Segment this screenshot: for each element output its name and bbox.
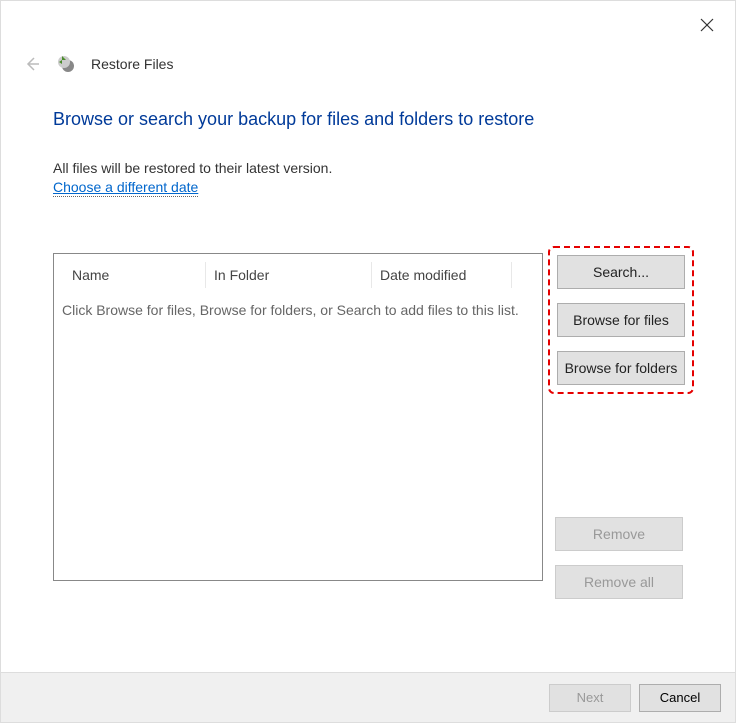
page-heading: Browse or search your backup for files a… xyxy=(53,109,687,130)
back-arrow-icon xyxy=(24,56,40,72)
remove-buttons-group: Remove Remove all xyxy=(555,517,687,599)
list-body: Click Browse for files, Browse for folde… xyxy=(54,288,542,332)
list-header: Name In Folder Date modified xyxy=(54,254,542,288)
column-header-date[interactable]: Date modified xyxy=(372,262,512,288)
choose-date-link[interactable]: Choose a different date xyxy=(53,179,198,197)
browse-files-button[interactable]: Browse for files xyxy=(557,303,685,337)
side-button-panel: Search... Browse for files Browse for fo… xyxy=(555,253,687,599)
restore-files-icon xyxy=(57,55,75,73)
empty-list-message: Click Browse for files, Browse for folde… xyxy=(62,302,534,318)
footer-bar: Next Cancel xyxy=(1,672,735,722)
main-area: Name In Folder Date modified Click Brows… xyxy=(53,253,687,599)
remove-all-button: Remove all xyxy=(555,565,683,599)
close-icon xyxy=(700,18,714,32)
info-text: All files will be restored to their late… xyxy=(53,160,687,176)
column-header-folder[interactable]: In Folder xyxy=(206,262,372,288)
column-header-name[interactable]: Name xyxy=(54,262,206,288)
remove-button: Remove xyxy=(555,517,683,551)
highlight-annotation: Search... Browse for files Browse for fo… xyxy=(548,246,694,394)
browse-folders-button[interactable]: Browse for folders xyxy=(557,351,685,385)
content-area: Browse or search your backup for files a… xyxy=(1,73,735,599)
cancel-button[interactable]: Cancel xyxy=(639,684,721,712)
next-button: Next xyxy=(549,684,631,712)
window-header: Restore Files xyxy=(1,1,735,73)
close-button[interactable] xyxy=(697,15,717,35)
search-button[interactable]: Search... xyxy=(557,255,685,289)
back-button[interactable] xyxy=(23,55,41,73)
window-title: Restore Files xyxy=(91,56,173,72)
file-list-panel: Name In Folder Date modified Click Brows… xyxy=(53,253,543,581)
